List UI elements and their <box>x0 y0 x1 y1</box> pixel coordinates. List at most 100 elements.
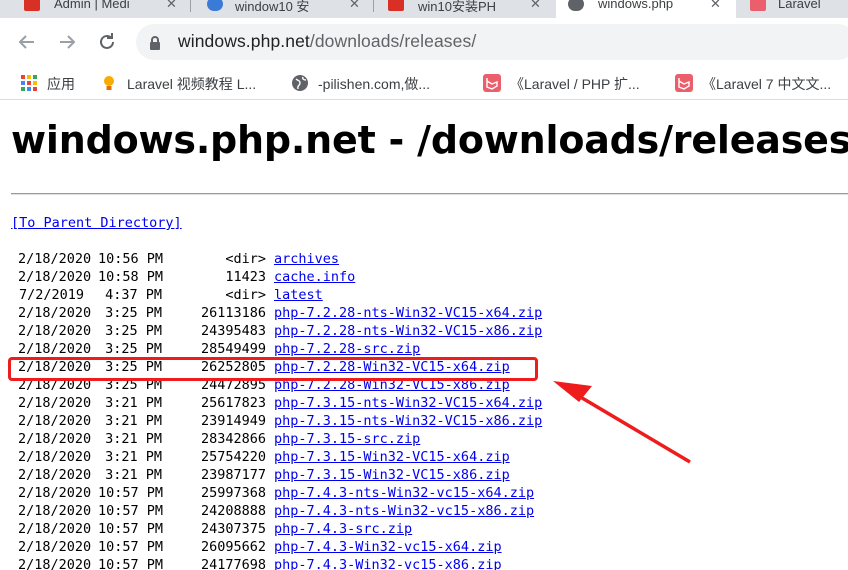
file-link[interactable]: php-7.4.3-nts-Win32-vc15-x86.zip <box>274 503 534 519</box>
reload-icon <box>100 33 114 49</box>
arrow-left-icon <box>18 35 34 49</box>
file-size: 11423 <box>225 269 266 285</box>
file-link[interactable]: php-7.3.15-src.zip <box>274 431 420 447</box>
lock-icon[interactable] <box>148 35 162 51</box>
bookmark-label: 《Laravel 7 中文文... <box>702 76 832 92</box>
file-date: 7/2/2019 <box>18 287 84 303</box>
file-time: 10:57 PM <box>98 521 164 537</box>
parent-directory-link[interactable]: [To Parent Directory] <box>11 215 182 231</box>
url-path: /downloads/releases/ <box>309 31 477 51</box>
close-icon[interactable]: ✕ <box>530 0 541 12</box>
bookmark-laravel-php[interactable]: 《Laravel / PHP 扩... <box>483 72 663 94</box>
bookmark-label: Laravel 视频教程 L... <box>127 76 257 92</box>
file-link[interactable]: php-7.4.3-Win32-vc15-x64.zip <box>274 539 502 555</box>
tab-win10-php[interactable]: win10安装PH ✕ <box>374 0 554 18</box>
baidu-favicon-icon <box>207 0 223 11</box>
url-text[interactable]: windows.php.net/downloads/releases/ <box>178 31 476 52</box>
tab-label: window10 安 <box>235 0 310 14</box>
file-date: 2/18/2020 <box>18 413 92 429</box>
reload-button[interactable] <box>94 29 120 55</box>
bookmark-label: 《Laravel / PHP 扩... <box>510 76 640 92</box>
file-link[interactable]: cache.info <box>274 269 355 285</box>
tab-windows-php-active[interactable]: windows.php ✕ <box>556 0 736 18</box>
bookmark-laravel-video[interactable]: Laravel 视频教程 L... <box>100 72 275 94</box>
back-button[interactable] <box>14 29 40 55</box>
bookmark-label: 应用 <box>47 76 75 92</box>
file-size: 23987177 <box>200 467 266 483</box>
file-date: 2/18/2020 <box>18 485 92 501</box>
close-icon[interactable]: ✕ <box>710 0 721 12</box>
close-icon[interactable]: ✕ <box>349 0 360 12</box>
file-date: 2/18/2020 <box>18 539 92 555</box>
tab-label: Admin | Medi <box>54 0 130 11</box>
lightbulb-icon <box>104 76 114 90</box>
file-link[interactable]: php-7.3.15-nts-Win32-VC15-x64.zip <box>274 395 542 411</box>
file-size: 28342866 <box>200 431 266 447</box>
file-size: 24177698 <box>200 557 266 570</box>
file-link[interactable]: php-7.2.28-nts-Win32-VC15-x64.zip <box>274 305 542 321</box>
file-size: <dir> <box>225 287 266 303</box>
file-size: <dir> <box>225 251 266 267</box>
file-link[interactable]: php-7.4.3-nts-Win32-vc15-x64.zip <box>274 485 534 501</box>
file-time: 10:57 PM <box>98 485 164 501</box>
file-link[interactable]: php-7.2.28-nts-Win32-VC15-x86.zip <box>274 323 542 339</box>
arrow-right-icon <box>60 35 76 49</box>
bookmarks-bar: 应用 Laravel 视频教程 L... -pilishen.com,做... … <box>0 66 848 100</box>
file-link[interactable]: php-7.3.15-Win32-VC15-x86.zip <box>274 467 510 483</box>
bookmark-label: -pilishen.com,做... <box>318 76 431 92</box>
close-icon[interactable]: ✕ <box>166 0 177 12</box>
file-link[interactable]: php-7.4.3-src.zip <box>274 521 412 537</box>
page-title: windows.php.net - /downloads/releases/ <box>11 118 848 162</box>
csdn-favicon-icon <box>388 0 404 11</box>
file-size: 24307375 <box>200 521 266 537</box>
file-size: 24395483 <box>200 323 266 339</box>
file-size: 24208888 <box>200 503 266 519</box>
file-time: 10:56 PM <box>98 251 164 267</box>
browser-toolbar: windows.php.net/downloads/releases/ <box>0 18 848 66</box>
url-host: windows.php.net <box>178 31 310 51</box>
tab-window10[interactable]: window10 安 ✕ <box>191 0 373 18</box>
bookmark-apps[interactable]: 应用 <box>20 72 90 94</box>
file-date: 2/18/2020 <box>18 467 92 483</box>
laravel-icon <box>483 74 501 92</box>
file-link[interactable]: php-7.3.15-nts-Win32-VC15-x86.zip <box>274 413 542 429</box>
file-time: 4:37 PM <box>105 287 162 303</box>
file-link[interactable]: archives <box>274 251 339 267</box>
file-date: 2/18/2020 <box>18 251 92 267</box>
file-time: 3:21 PM <box>105 467 162 483</box>
bookmark-pilishen[interactable]: -pilishen.com,做... <box>291 72 461 94</box>
tab-laravel[interactable]: Laravel <box>738 0 848 18</box>
file-size: 26095662 <box>200 539 266 555</box>
file-time: 3:25 PM <box>105 341 162 357</box>
file-time: 10:57 PM <box>98 503 164 519</box>
file-date: 2/18/2020 <box>18 557 92 570</box>
file-link[interactable]: php-7.4.3-Win32-vc15-x86.zip <box>274 557 502 570</box>
file-date: 2/18/2020 <box>18 395 92 411</box>
tab-label: win10安装PH <box>418 0 497 14</box>
tab-label: windows.php <box>598 0 674 11</box>
file-time: 3:21 PM <box>105 395 162 411</box>
file-size: 25617823 <box>200 395 266 411</box>
file-time: 3:25 PM <box>105 323 162 339</box>
file-size: 28549499 <box>200 341 266 357</box>
file-date: 2/18/2020 <box>18 341 92 357</box>
file-time: 3:21 PM <box>105 449 162 465</box>
laravel-icon <box>675 74 693 92</box>
file-link[interactable]: php-7.3.15-Win32-VC15-x64.zip <box>274 449 510 465</box>
file-date: 2/18/2020 <box>18 323 92 339</box>
globe-favicon-icon <box>568 0 584 11</box>
forward-button[interactable] <box>54 29 80 55</box>
address-bar[interactable]: windows.php.net/downloads/releases/ <box>136 24 848 60</box>
file-date: 2/18/2020 <box>18 269 92 285</box>
apps-grid-icon <box>21 75 37 91</box>
file-time: 10:58 PM <box>98 269 164 285</box>
bookmark-laravel7[interactable]: 《Laravel 7 中文文... <box>675 72 848 94</box>
file-date: 2/18/2020 <box>18 305 92 321</box>
file-date: 2/18/2020 <box>18 503 92 519</box>
file-link[interactable]: php-7.2.28-src.zip <box>274 341 420 357</box>
file-time: 3:21 PM <box>105 413 162 429</box>
file-size: 23914949 <box>200 413 266 429</box>
tab-admin[interactable]: Admin | Medi ✕ <box>0 0 190 18</box>
file-date: 2/18/2020 <box>18 449 92 465</box>
file-link[interactable]: latest <box>274 287 323 303</box>
